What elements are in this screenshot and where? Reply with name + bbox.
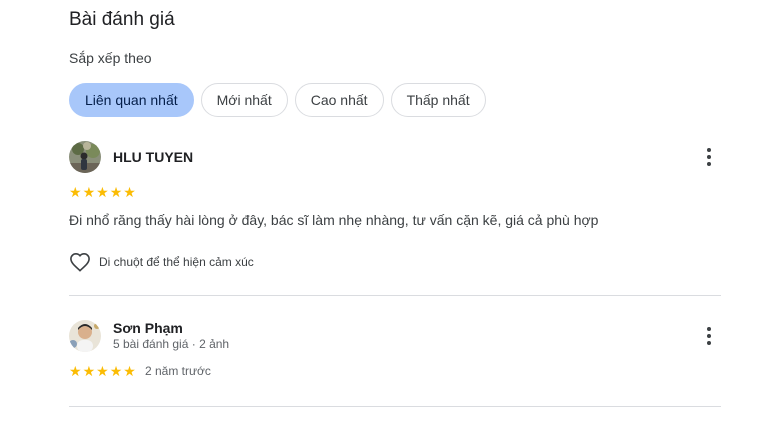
sort-chips: Liên quan nhất Mới nhất Cao nhất Thấp nh…: [69, 83, 486, 117]
divider: [69, 406, 721, 407]
react-label: Di chuột để thể hiện cảm xúc: [99, 255, 254, 269]
star-icon: ★: [96, 363, 109, 379]
rating-stars: ★ ★ ★ ★ ★: [69, 364, 136, 378]
star-icon: ★: [109, 184, 123, 200]
more-options-icon[interactable]: [699, 145, 719, 169]
review-time: 2 năm trước: [145, 364, 211, 378]
more-options-icon[interactable]: [699, 324, 719, 348]
star-icon: ★: [82, 184, 96, 200]
rating-stars: ★ ★ ★ ★ ★: [69, 185, 136, 199]
star-icon: ★: [69, 363, 82, 379]
author-meta: 5 bài đánh giá · 2 ảnh: [113, 337, 230, 351]
chip-lowest[interactable]: Thấp nhất: [390, 83, 486, 117]
star-icon: ★: [82, 363, 96, 379]
review-author[interactable]: HLU TUYEN: [113, 149, 193, 165]
review-item: Sơn Phạm 5 bài đánh giá · 2 ảnh ★ ★ ★ ★ …: [69, 320, 721, 390]
react-button[interactable]: Di chuột để thể hiện cảm xúc: [69, 252, 254, 272]
review-item: HLU TUYEN ★ ★ ★ ★ ★ Đi nhổ răng thấy hài…: [69, 141, 721, 281]
star-icon: ★: [109, 363, 123, 379]
heart-outline-icon: [70, 252, 90, 272]
divider: [69, 295, 721, 296]
star-icon: ★: [123, 184, 136, 200]
page-title: Bài đánh giá: [69, 9, 175, 30]
star-icon: ★: [123, 363, 136, 379]
chip-newest[interactable]: Mới nhất: [200, 83, 288, 117]
review-text: Đi nhổ răng thấy hài lòng ở đây, bác sĩ …: [69, 212, 599, 228]
star-icon: ★: [96, 184, 109, 200]
avatar[interactable]: [69, 141, 101, 173]
chip-highest[interactable]: Cao nhất: [294, 83, 384, 117]
avatar[interactable]: [69, 320, 101, 352]
sort-label: Sắp xếp theo: [69, 50, 152, 66]
star-icon: ★: [69, 184, 82, 200]
chip-most-relevant[interactable]: Liên quan nhất: [69, 83, 194, 117]
review-author[interactable]: Sơn Phạm: [113, 320, 183, 336]
